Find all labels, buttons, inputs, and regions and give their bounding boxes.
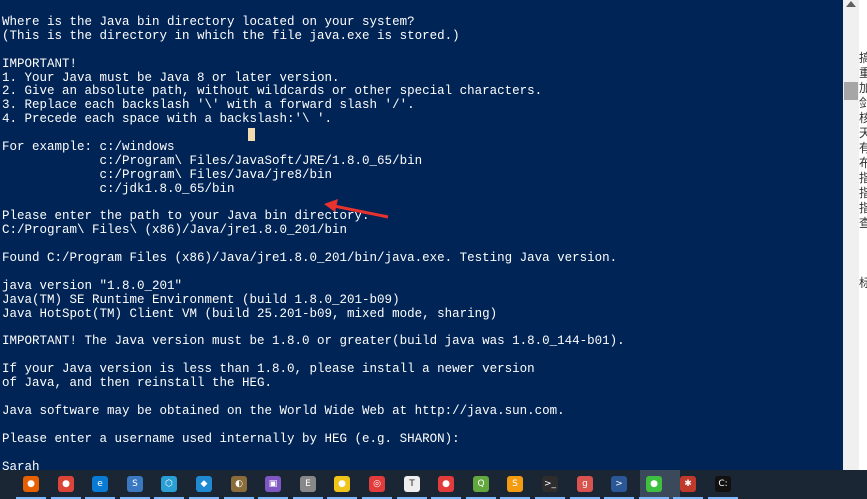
- scroll-up-arrow-icon[interactable]: [846, 1, 856, 7]
- console-line: 1. Your Java must be Java 8 or later ver…: [2, 70, 340, 85]
- console-line: of Java, and then reinstall the HEG.: [2, 376, 273, 391]
- terminal-icon[interactable]: >_: [542, 476, 558, 492]
- vscode-icon[interactable]: ◆: [196, 476, 212, 492]
- console-line: 3. Replace each backslash '\' with a for…: [2, 98, 415, 113]
- cmd-icon[interactable]: C:: [715, 476, 731, 492]
- console-line: IMPORTANT!: [2, 56, 78, 71]
- console-line: 2. Give an absolute path, without wildca…: [2, 84, 543, 99]
- hex-app-icon[interactable]: ⬡: [161, 476, 177, 492]
- background-text-char: 标: [859, 276, 867, 290]
- console-line: Java(TM) SE Runtime Environment (build 1…: [2, 292, 400, 307]
- qgis-icon[interactable]: Q: [473, 476, 489, 492]
- console-line: Sarah: [2, 459, 40, 470]
- console-line: c:/Program\ Files/JavaSoft/JRE/1.8.0_65/…: [2, 153, 423, 168]
- console-output: Where is the Java bin directory located …: [2, 15, 625, 470]
- console-line: Found C:/Program Files (x86)/Java/jre1.8…: [2, 251, 618, 266]
- console-line: Java HotSpot(TM) Client VM (build 25.201…: [2, 306, 498, 321]
- console-line: java version "1.8.0_201": [2, 278, 183, 293]
- console-line: Where is the Java bin directory located …: [2, 15, 415, 29]
- console-line: C:/Program\ Files\ (x86)/Java/jre1.8.0_2…: [2, 223, 348, 238]
- background-text-char: 指: [859, 186, 867, 200]
- background-text-char: 加: [859, 81, 867, 95]
- background-text-char: 查: [859, 216, 867, 230]
- wechat-icon[interactable]: ●: [646, 476, 662, 492]
- app-box-icon[interactable]: S: [127, 476, 143, 492]
- background-text-char: 有: [859, 141, 867, 155]
- windows-taskbar: ● ● e S ⬡ ◆ ◐ ▣ E ● ◎ T ● Q S >_ g > ● ✱ C:: [0, 470, 867, 499]
- console-line: 4. Precede each space with a backslash:'…: [2, 112, 333, 127]
- chrome-icon[interactable]: ●: [58, 476, 74, 492]
- powershell-icon[interactable]: >: [611, 476, 627, 492]
- qgis-like-icon[interactable]: ◐: [231, 476, 247, 492]
- text-cursor: [248, 128, 255, 141]
- elephant-icon[interactable]: E: [300, 476, 316, 492]
- background-text-char: 指: [859, 171, 867, 185]
- console-window[interactable]: Where is the Java bin directory located …: [0, 0, 843, 470]
- background-text-char: 指: [859, 201, 867, 215]
- edge-icon[interactable]: e: [92, 476, 108, 492]
- console-line: For example: c:/windows: [2, 140, 175, 155]
- red-square-icon[interactable]: g: [577, 476, 593, 492]
- background-text-char: 剑: [859, 96, 867, 110]
- yellow-app-icon[interactable]: ●: [334, 476, 350, 492]
- background-text-char: 布: [859, 156, 867, 170]
- console-line: Java software may be obtained on the Wor…: [2, 403, 565, 418]
- firefox-icon[interactable]: ●: [23, 476, 39, 492]
- console-scrollbar[interactable]: [843, 0, 859, 470]
- red-app-icon[interactable]: ●: [438, 476, 454, 492]
- typora-icon[interactable]: T: [404, 476, 420, 492]
- background-text-char: 搞: [859, 51, 867, 65]
- purple-app-icon[interactable]: ▣: [265, 476, 281, 492]
- console-line: If your Java version is less than 1.8.0,…: [2, 362, 535, 377]
- background-text-char: 核: [859, 111, 867, 125]
- bug-icon[interactable]: ✱: [680, 476, 696, 492]
- console-line: Please enter a username used internally …: [2, 431, 460, 446]
- console-line: (This is the directory in which the file…: [2, 28, 460, 43]
- red-arrow-annotation: [324, 199, 389, 219]
- console-line: Please enter the path to your Java bin d…: [2, 209, 370, 224]
- background-window-strip: 搞重加剑核天有布指指指查标: [859, 0, 867, 470]
- console-line: c:/jdk1.8.0_65/bin: [2, 181, 235, 196]
- console-line: c:/Program\ Files/Java/jre8/bin: [2, 167, 333, 182]
- background-text-char: 重: [859, 66, 867, 80]
- scroll-thumb[interactable]: [844, 82, 858, 100]
- console-line: IMPORTANT! The Java version must be 1.8.…: [2, 334, 625, 349]
- background-text-char: 天: [859, 126, 867, 140]
- netease-music-icon[interactable]: ◎: [369, 476, 385, 492]
- sublime-icon[interactable]: S: [507, 476, 523, 492]
